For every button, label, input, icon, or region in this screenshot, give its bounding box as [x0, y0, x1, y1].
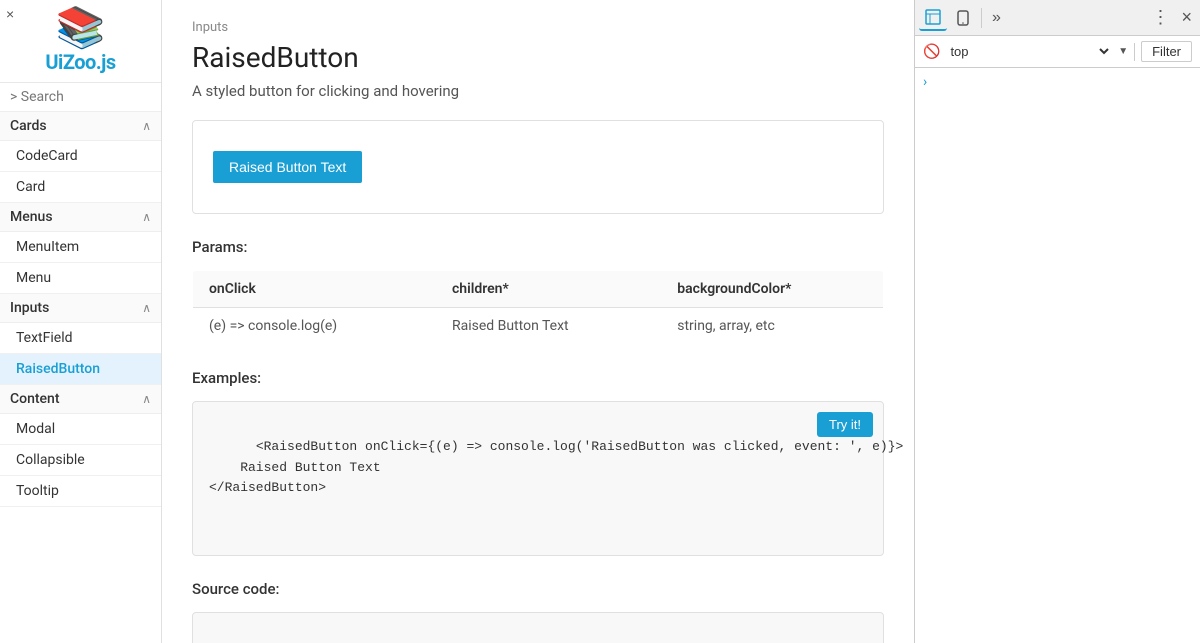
devtools-context-select[interactable]: top [946, 43, 1112, 60]
table-row: (e) => console.log(e) Raised Button Text… [193, 308, 884, 345]
sidebar-section-inputs-label: Inputs [10, 300, 49, 316]
params-col-children: children* [436, 271, 661, 308]
devtools-kebab-button[interactable]: ⋮ [1145, 3, 1175, 32]
window-close-button[interactable]: × [6, 6, 14, 22]
params-table: onClick children* backgroundColor* (e) =… [192, 270, 884, 345]
chevron-up-icon-menus: ∧ [142, 210, 151, 224]
sidebar-item-modal[interactable]: Modal [0, 414, 161, 445]
params-label: Params: [192, 238, 884, 256]
sidebar-item-tooltip[interactable]: Tooltip [0, 476, 161, 507]
demo-raised-button[interactable]: Raised Button Text [213, 151, 362, 183]
sidebar-section-content-label: Content [10, 391, 60, 407]
params-val-children: Raised Button Text [436, 308, 661, 345]
chevron-up-icon-inputs: ∧ [142, 301, 151, 315]
breadcrumb: Inputs [192, 20, 884, 35]
page-description: A styled button for clicking and hoverin… [192, 82, 884, 100]
sidebar-item-menuitem[interactable]: MenuItem [0, 232, 161, 263]
devtools-close-button[interactable]: × [1177, 3, 1196, 32]
devtools-panel: » ⋮ × 🚫 top ▼ Filter › [914, 0, 1200, 643]
sidebar-item-codecard[interactable]: CodeCard [0, 141, 161, 172]
examples-label: Examples: [192, 369, 884, 387]
kebab-icon: ⋮ [1151, 7, 1169, 28]
page-title: RaisedButton [192, 41, 884, 74]
example-code-box: <RaisedButton onClick={(e) => console.lo… [192, 401, 884, 556]
devtools-device-button[interactable] [949, 6, 977, 30]
sidebar-section-menus-label: Menus [10, 209, 53, 225]
sidebar-item-collapsible[interactable]: Collapsible [0, 445, 161, 476]
logo-icon: 📚 [56, 8, 106, 48]
filter-separator [1134, 43, 1135, 61]
source-label: Source code: [192, 580, 884, 598]
params-section: Params: onClick children* backgroundColo… [192, 238, 884, 345]
example-code: <RaisedButton onClick={(e) => console.lo… [209, 439, 903, 496]
source-section: Source code: <RaisedButton onClick={(...… [192, 580, 884, 643]
sidebar-section-cards[interactable]: Cards ∧ [0, 112, 161, 141]
devtools-more-button[interactable]: » [986, 5, 1007, 31]
demo-box: Raised Button Text [192, 120, 884, 214]
devtools-content: › [915, 68, 1200, 643]
params-col-onclick: onClick [193, 271, 436, 308]
sidebar-item-textfield[interactable]: TextField [0, 323, 161, 354]
params-val-onclick: (e) => console.log(e) [193, 308, 436, 345]
chevron-up-icon: ∧ [142, 119, 151, 133]
devtools-toolbar: » ⋮ × [915, 0, 1200, 36]
source-code-box: <RaisedButton onClick={(...)}> Raised Bu… [192, 612, 884, 643]
devtools-sep-1 [981, 8, 982, 28]
sidebar-section-content[interactable]: Content ∧ [0, 385, 161, 414]
params-col-bgcolor: backgroundColor* [661, 271, 883, 308]
logo-area: 📚 UiZoo.js [0, 0, 161, 83]
filter-no-icon: 🚫 [923, 44, 940, 60]
chevron-up-icon-content: ∧ [142, 392, 151, 406]
sidebar-section-menus[interactable]: Menus ∧ [0, 203, 161, 232]
params-val-bgcolor: string, array, etc [661, 308, 883, 345]
devtools-expand-arrow[interactable]: › [923, 74, 927, 90]
examples-section: Examples: <RaisedButton onClick={(e) => … [192, 369, 884, 556]
more-icon: » [992, 9, 1001, 27]
sidebar-item-raisedbutton[interactable]: RaisedButton [0, 354, 161, 385]
sidebar-section-inputs[interactable]: Inputs ∧ [0, 294, 161, 323]
devtools-inspect-button[interactable] [919, 5, 947, 31]
devtools-filterbar: 🚫 top ▼ Filter [915, 36, 1200, 68]
sidebar-item-menu[interactable]: Menu [0, 263, 161, 294]
filter-arrow-icon: ▼ [1118, 46, 1128, 57]
try-it-button[interactable]: Try it! [817, 412, 873, 437]
logo-title: UiZoo.js [45, 50, 115, 74]
sidebar: × 📚 UiZoo.js > Search Cards ∧ CodeCard C… [0, 0, 162, 643]
filter-button[interactable]: Filter [1141, 41, 1192, 62]
sidebar-section-cards-label: Cards [10, 118, 47, 134]
sidebar-item-card[interactable]: Card [0, 172, 161, 203]
search-item[interactable]: > Search [0, 83, 161, 112]
main-content: Inputs RaisedButton A styled button for … [162, 0, 914, 643]
